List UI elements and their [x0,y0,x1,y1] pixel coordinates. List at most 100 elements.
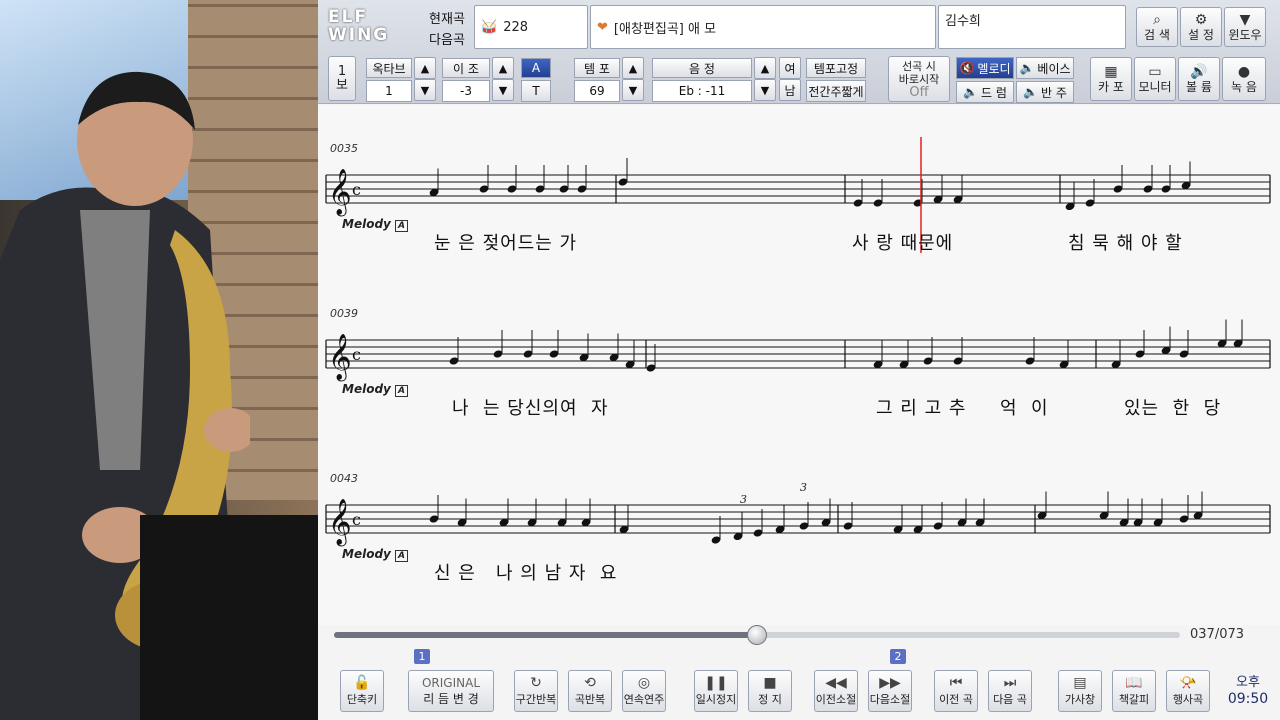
interlude-short-button[interactable]: 전간주짧게 [806,80,866,102]
clock-ampm: 오후 [1236,675,1260,690]
lyric-line-1b: 사 랑 때문에 [852,233,954,254]
skip-forward-icon: ⏭ [1003,675,1017,691]
tempo-value: 69 [574,80,620,102]
bass-toggle[interactable]: 🔈 베이스 [1016,57,1074,79]
lyric-line-1c: 침 묵 해 야 할 [1068,233,1183,254]
song-title-box[interactable]: ❤ [애창편집곡] 애 모 [590,5,936,49]
singer-name: 김수희 [945,14,981,29]
section-repeat-button[interactable]: ↻ 구간반복 [514,670,558,712]
drum-toggle[interactable]: 🔈 드 럼 [956,81,1014,103]
prev-song-button[interactable]: ⏮ 이전 곡 [934,670,978,712]
capo-button[interactable]: ▦ 카 포 [1090,57,1132,101]
drum-icon: 🥁 [481,19,498,35]
continuous-play-button[interactable]: ◎ 연속연주 [622,670,666,712]
page-button[interactable]: 1 보 [328,56,356,101]
key-value: Eb : -11 [652,80,752,102]
key-down-button[interactable]: ▼ [754,79,776,101]
lyric-line-3a: 신 은 나 의 남 자 요 [434,563,618,584]
capo-icon: ▦ [1104,64,1118,80]
female-key-button[interactable]: 여 [779,57,801,79]
male-key-button[interactable]: 남 [779,79,801,101]
monitor-button[interactable]: ▭ 모니터 [1134,57,1176,101]
window-button[interactable]: ▼ 윈도우 [1224,7,1266,47]
clock: 오후 09:50 [1220,674,1276,708]
treble-clef: 𝄞 [328,169,352,217]
key-up-button[interactable]: ▲ [754,57,776,79]
transpose-up-button[interactable]: ▲ [492,57,514,79]
lyrics-window-button[interactable]: ▤ 가사창 [1058,670,1102,712]
heart-icon: ❤ [597,19,608,35]
stop-button[interactable]: ■ 정 지 [748,670,792,712]
melody-label-2: Melody A [342,382,409,397]
volume-button[interactable]: 🔊 볼 륨 [1178,57,1220,101]
next-song-button[interactable]: ⏭ 다음 곡 [988,670,1032,712]
lyric-line-2b: 그 리 고 추 억 이 [876,398,1049,419]
time-signature: c [352,345,361,364]
lyrics-icon: ▤ [1073,675,1087,691]
singer-box: 김수희 [938,5,1126,49]
song-number: 228 [503,19,529,35]
elf-wing-logo: ELF WING [328,7,390,45]
treble-clef: 𝄞 [328,334,352,382]
next-song-label: 다음곡 [429,33,465,48]
score-staves: 𝄞 c𝄞 c𝄞 c 3 3 [325,137,1271,547]
event-song-button[interactable]: 📯 행사곡 [1166,670,1210,712]
repeat-a-icon: ↻ [530,675,542,691]
rhythm-change-button[interactable]: ORIGINAL 리 듬 변 경 [408,670,494,712]
tempo-fixed-button[interactable]: 템포고정 [806,58,866,78]
record-icon: ● [1237,64,1251,80]
karaoke-app: ELF WING 현재곡 다음곡 🥁 228 ❤ [애창편집곡] 애 모 김수희 … [318,0,1280,720]
bass-speaker-icon: 🔈 [1019,61,1035,75]
settings-button[interactable]: ⚙ 설 정 [1180,7,1222,47]
clock-time: 09:50 [1227,691,1269,707]
sheet-music: 𝄞 c 𝄞 c 𝄞 c 3 3 0035 Melody A 눈 은 젖어드는 가 사 랑 … [318,105,1280,625]
song-repeat-button[interactable]: ⟲ 곡반복 [568,670,612,712]
skip-back-icon: ⏮ [949,675,963,691]
triplet-mark-2: 3 [800,481,807,494]
tempo-down-button[interactable]: ▼ [622,79,644,101]
search-button[interactable]: ⌕ 검 색 [1136,7,1178,47]
top-toolbar: ELF WING 현재곡 다음곡 🥁 228 ❤ [애창편집곡] 애 모 김수희 … [318,0,1280,104]
shortcut-button[interactable]: 🔓 단축키 [340,670,384,712]
badge-1: 1 [414,649,430,664]
t-toggle[interactable]: T [521,80,551,102]
pause-button[interactable]: ❚❚ 일시정지 [694,670,738,712]
measure-number-2: 0039 [330,307,358,320]
song-title: [애창편집곡] 애 모 [613,21,717,37]
badge-2: 2 [890,649,906,664]
triplet-mark-1: 3 [740,493,747,506]
accompaniment-toggle[interactable]: 🔈 반 주 [1016,81,1074,103]
lyric-line-2c: 있는 한 당 [1124,398,1222,419]
drum-speaker-icon: 🔈 [963,85,979,99]
octave-down-button[interactable]: ▼ [414,79,436,101]
key-label: 음 정 [652,58,752,78]
treble-clef: 𝄞 [328,499,352,547]
lyric-line-1a: 눈 은 젖어드는 가 [434,233,578,254]
melody-mute-icon: 🔇 [959,61,975,75]
octave-up-button[interactable]: ▲ [414,57,436,79]
rewind-icon: ◀◀ [825,675,847,691]
book-icon: 📖 [1125,675,1143,691]
next-measure-button[interactable]: ▶▶ 다음소절 [868,670,912,712]
select-start-button[interactable]: 선곡 시 바로시작 Off [888,56,950,102]
bookmark-button[interactable]: 📖 책갈피 [1112,670,1156,712]
time-signature: c [352,180,361,199]
progress-knob[interactable] [747,625,767,645]
song-number-box[interactable]: 🥁 228 [474,5,588,49]
fast-forward-icon: ▶▶ [879,675,901,691]
chevron-down-icon: ▼ [1239,12,1251,28]
pause-icon: ❚❚ [704,675,728,691]
accomp-speaker-icon: 🔈 [1023,85,1039,99]
tempo-up-button[interactable]: ▲ [622,57,644,79]
repeat-icon: ⟲ [584,675,596,691]
record-button[interactable]: ● 녹 음 [1222,57,1266,101]
time-signature: c [352,510,361,529]
melody-toggle[interactable]: 🔇 멜로디 [956,57,1014,79]
prev-measure-button[interactable]: ◀◀ 이전소절 [814,670,858,712]
tempo-label: 템 포 [574,58,620,78]
progress-fill [334,632,757,638]
transpose-down-button[interactable]: ▼ [492,79,514,101]
a-toggle[interactable]: A [521,58,551,78]
gear-icon: ⚙ [1194,12,1208,28]
playback-progress-bar[interactable] [334,625,1180,645]
